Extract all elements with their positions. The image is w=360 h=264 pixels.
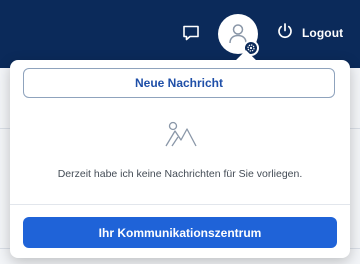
logout-label: Logout (302, 26, 344, 40)
popover-divider (10, 204, 350, 205)
empty-state-message: Derzeit habe ich keine Nachrichten für S… (57, 168, 303, 180)
communication-center-button[interactable]: Ihr Kommunikationszentrum (23, 217, 337, 248)
new-message-button[interactable]: Neue Nachricht (23, 68, 335, 98)
chat-bubble-icon[interactable] (181, 23, 201, 43)
messages-popover: Neue Nachricht Derzeit habe ich keine Na… (10, 50, 350, 258)
user-menu[interactable] (218, 14, 259, 56)
top-navigation-bar: Logout (0, 0, 360, 68)
power-icon (276, 22, 294, 45)
mountains-icon (164, 120, 198, 148)
logout-button[interactable]: Logout (276, 22, 344, 45)
